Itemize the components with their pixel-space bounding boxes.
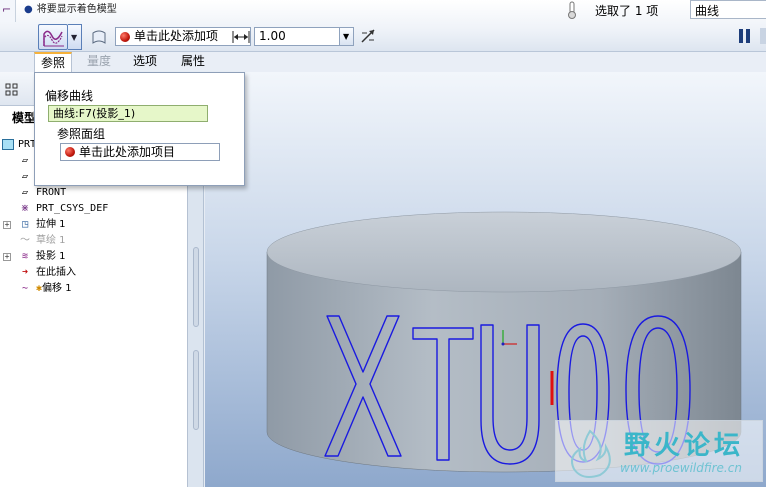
- tree-item-offset[interactable]: ∼ ✱偏移 1: [18, 281, 72, 297]
- reference-quilt-collector[interactable]: 单击此处添加项目: [60, 143, 220, 161]
- chevron-down-icon: ▼: [343, 32, 350, 41]
- tree-item-part[interactable]: PRT: [2, 137, 36, 153]
- offset-curve-icon: [43, 30, 64, 47]
- red-dot-icon: [120, 32, 130, 42]
- flame-logo-icon: [571, 429, 611, 478]
- tab-properties[interactable]: 属性: [174, 52, 212, 72]
- tree-item-sketch[interactable]: 〜草绘 1: [18, 233, 66, 249]
- tree-item-label: 草绘 1: [36, 235, 66, 246]
- csys-icon: ⋇: [20, 203, 30, 214]
- chevron-down-icon: ▼: [71, 33, 78, 42]
- tree-item-insert-here[interactable]: ➜ 在此插入: [18, 265, 76, 281]
- offset-distance-input[interactable]: 1.00: [254, 27, 340, 46]
- offset-curve-label: 偏移曲线: [45, 89, 94, 103]
- projection-icon: ≋: [21, 251, 29, 262]
- expand-icon[interactable]: +: [3, 221, 11, 229]
- watermark: 野火论坛 www.proewildfire.cn: [555, 420, 763, 482]
- splitter-grip[interactable]: [193, 350, 199, 430]
- splitter-grip[interactable]: [193, 247, 199, 327]
- dashboard-bar: ⌐ ● 将要显示着色模型 选取了 1 项 曲线 ▼ 单击此处添加项 1.00 ▼: [0, 0, 766, 52]
- tree-view-icon[interactable]: [4, 82, 20, 98]
- feature-icon: ⌐: [2, 3, 12, 16]
- status-hint: ● 将要显示着色模型: [24, 0, 117, 15]
- red-dot-icon: [65, 147, 75, 157]
- tree-item-label: 偏移 1: [42, 283, 72, 294]
- reference-collector-text: 单击此处添加项: [134, 29, 219, 43]
- model-tree-tab[interactable]: 模型: [12, 109, 36, 126]
- sketch-icon: 〜: [20, 235, 30, 246]
- datum-plane-icon: ▱: [21, 187, 29, 198]
- tree-item-label: 在此插入: [36, 267, 76, 278]
- pause-icon[interactable]: [738, 29, 752, 43]
- selection-filter[interactable]: 曲线: [690, 0, 766, 19]
- dimension-icon: [232, 31, 250, 43]
- watermark-title: 野火论坛: [624, 431, 745, 461]
- expand-icon[interactable]: +: [3, 253, 11, 261]
- tab-options[interactable]: 选项: [126, 52, 164, 72]
- tree-item-label: 投影 1: [36, 251, 66, 262]
- tree-item-label: PRT_CSYS_DEF: [36, 203, 109, 214]
- datum-plane-icon: ▱: [21, 155, 29, 166]
- insert-here-arrow-icon: ➜: [21, 267, 29, 278]
- references-panel: 偏移曲线 曲线:F7(投影_1) 参照面组 单击此处添加项目: [34, 72, 245, 186]
- offset-icon: ∼: [21, 283, 29, 294]
- reference-quilt-text: 单击此处添加项目: [79, 145, 176, 159]
- flip-direction-icon[interactable]: [359, 27, 377, 45]
- bullet-icon: ●: [24, 4, 33, 15]
- tree-item-label: FRONT: [36, 187, 67, 198]
- datum-plane-icon: ▱: [21, 171, 29, 182]
- extrude-icon: ◳: [21, 219, 29, 230]
- tree-item-csys[interactable]: ⋇ PRT_CSYS_DEF: [18, 201, 108, 217]
- offset-distance-dropdown[interactable]: ▼: [340, 27, 354, 46]
- toolbar-edge: [760, 28, 766, 44]
- part-icon: [2, 138, 14, 150]
- tree-item-label: 拉伸 1: [36, 219, 66, 230]
- curve-type-dropdown[interactable]: ▼: [68, 24, 82, 50]
- dashboard-tabs: 参照 量度 选项 属性: [0, 52, 766, 72]
- status-hint-text: 将要显示着色模型: [36, 4, 117, 15]
- window-fragment: ⌐: [0, 0, 16, 22]
- watermark-url: www.proewildfire.cn: [620, 461, 742, 475]
- curve-type-button[interactable]: [38, 24, 68, 50]
- tree-item-projection[interactable]: + ≋ 投影 1: [0, 249, 66, 265]
- quilt-icon[interactable]: [90, 28, 108, 46]
- thermometer-icon: [568, 1, 576, 19]
- tab-references[interactable]: 参照: [34, 52, 72, 72]
- tree-item-extrude[interactable]: + ◳ 拉伸 1: [0, 217, 66, 233]
- reference-quilt-label: 参照面组: [57, 127, 106, 141]
- tree-item-front[interactable]: ▱ FRONT: [18, 185, 66, 201]
- selection-count: 选取了 1 项: [595, 4, 659, 18]
- tab-measure[interactable]: 量度: [80, 52, 118, 72]
- offset-curve-collector[interactable]: 曲线:F7(投影_1): [48, 105, 208, 122]
